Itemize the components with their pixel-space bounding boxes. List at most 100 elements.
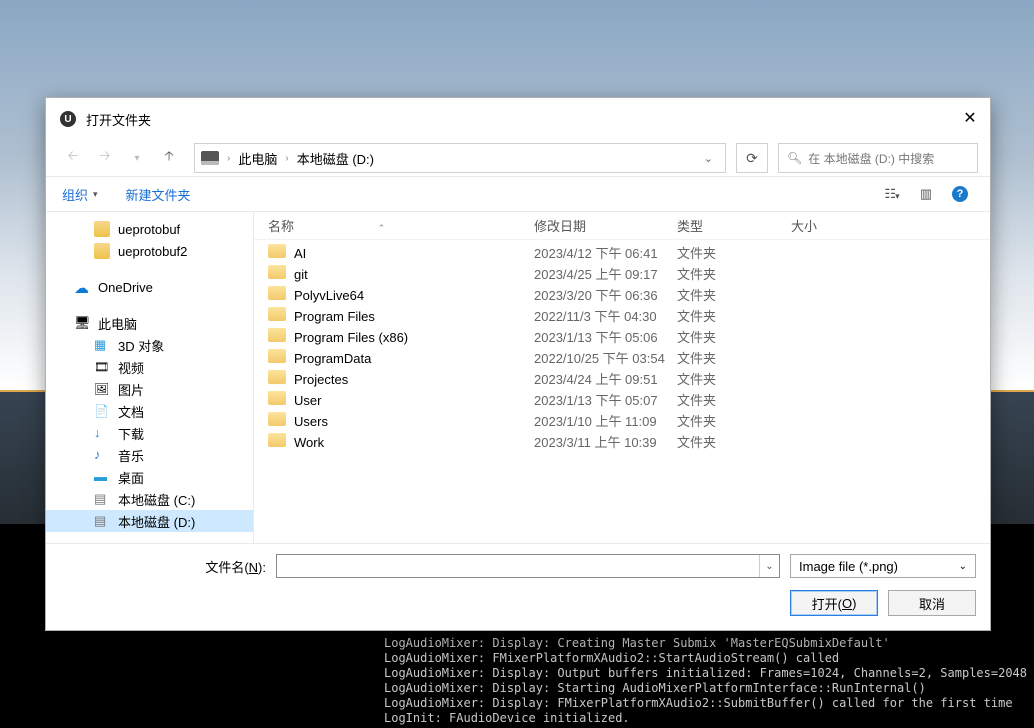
tree-drive-d[interactable]: 本地磁盘 (D:) <box>46 510 253 532</box>
tree-label: 3D 对象 <box>118 336 164 355</box>
tree-music[interactable]: 音乐 <box>46 444 253 466</box>
desktop-icon <box>94 469 110 485</box>
folder-icon <box>268 412 286 426</box>
tree-videos[interactable]: 视频 <box>46 356 253 378</box>
tree-pictures[interactable]: 图片 <box>46 378 253 400</box>
folder-icon <box>268 370 286 384</box>
forward-button: 🡢 <box>90 143 120 173</box>
tree-desktop[interactable]: 桌面 <box>46 466 253 488</box>
tree-label: 视频 <box>118 358 144 377</box>
search-box[interactable]: 🔍︎ 在 本地磁盘 (D:) 中搜索 <box>778 143 978 173</box>
address-bar[interactable]: › 此电脑 › 本地磁盘 (D:) ⌄ <box>194 143 726 173</box>
new-folder-button[interactable]: 新建文件夹 <box>126 185 191 204</box>
close-button[interactable]: ✕ <box>950 99 990 139</box>
console-output: LogAudioMixer: Display: Creating Master … <box>384 636 1034 726</box>
picture-icon <box>94 381 110 397</box>
download-icon <box>94 425 110 441</box>
toolbar: 组织 新建文件夹 ☷ ▥ ? <box>46 176 990 212</box>
tree-3d-objects[interactable]: 3D 对象 <box>46 334 253 356</box>
col-date[interactable]: 修改日期 <box>534 216 677 235</box>
dialog-footer: 文件名(N): ⌄ Image file (*.png) ⌄ 打开(O) 取消 <box>46 543 990 630</box>
tree-label: 图片 <box>118 380 144 399</box>
breadcrumb-pc[interactable]: 此电脑 <box>238 149 277 168</box>
open-button[interactable]: 打开(O) <box>790 590 878 616</box>
filename-dropdown-icon[interactable]: ⌄ <box>759 555 779 577</box>
tree-label: 下载 <box>118 424 144 443</box>
file-row[interactable]: PolyvLive642023/3/20 下午 06:36文件夹 <box>254 284 990 305</box>
document-icon <box>94 403 110 419</box>
view-mode-button[interactable]: ☷ <box>878 180 906 208</box>
filename-combo[interactable]: ⌄ <box>276 554 780 578</box>
chevron-down-icon: ⌄ <box>959 561 967 572</box>
folder-icon <box>268 433 286 447</box>
recent-dropdown[interactable]: ▾ <box>122 143 152 173</box>
folder-icon <box>268 307 286 321</box>
app-icon <box>60 111 76 127</box>
folder-icon <box>268 265 286 279</box>
dialog-body: ueprotobuf ueprotobuf2 OneDrive 此电脑 3D 对… <box>46 212 990 543</box>
breadcrumb-drive[interactable]: 本地磁盘 (D:) <box>297 149 374 168</box>
nav-tree[interactable]: ueprotobuf ueprotobuf2 OneDrive 此电脑 3D 对… <box>46 212 254 543</box>
file-row[interactable]: Program Files2022/11/3 下午 04:30文件夹 <box>254 305 990 326</box>
cancel-button[interactable]: 取消 <box>888 590 976 616</box>
file-list-panel: 名称 ⌃ 修改日期 类型 大小 AI2023/4/12 下午 06:41文件夹g… <box>254 212 990 543</box>
folder-icon <box>268 244 286 258</box>
search-icon: 🔍︎ <box>787 151 802 165</box>
drive-icon <box>94 491 110 507</box>
file-row[interactable]: Users2023/1/10 上午 11:09文件夹 <box>254 410 990 431</box>
tree-this-pc[interactable]: 此电脑 <box>46 312 253 334</box>
col-type[interactable]: 类型 <box>677 216 791 235</box>
col-name-label: 名称 <box>268 219 294 234</box>
file-filter-dropdown[interactable]: Image file (*.png) ⌄ <box>790 554 976 578</box>
tree-recent-folder[interactable]: ueprotobuf2 <box>46 240 253 262</box>
drive-icon <box>94 513 110 529</box>
onedrive-icon <box>74 279 90 295</box>
tree-onedrive[interactable]: OneDrive <box>46 276 253 298</box>
organize-button[interactable]: 组织 <box>62 185 98 204</box>
breadcrumb-sep-icon: › <box>227 153 230 164</box>
folder-icon <box>268 349 286 363</box>
file-row[interactable]: Program Files (x86)2023/1/13 下午 05:06文件夹 <box>254 326 990 347</box>
refresh-button[interactable]: ⟳ <box>736 143 768 173</box>
titlebar: 打开文件夹 ✕ <box>46 98 990 140</box>
tree-recent-folder[interactable]: ueprotobuf <box>46 218 253 240</box>
search-placeholder: 在 本地磁盘 (D:) 中搜索 <box>808 150 934 167</box>
folder-icon <box>268 328 286 342</box>
folder-icon <box>94 221 110 237</box>
file-row[interactable]: git2023/4/25 上午 09:17文件夹 <box>254 263 990 284</box>
file-row[interactable]: User2023/1/13 下午 05:07文件夹 <box>254 389 990 410</box>
back-button: 🡠 <box>58 143 88 173</box>
nav-row: 🡠 🡢 ▾ 🡡 › 此电脑 › 本地磁盘 (D:) ⌄ ⟳ 🔍︎ 在 本地磁盘 … <box>46 140 990 176</box>
file-row[interactable]: Work2023/3/11 上午 10:39文件夹 <box>254 431 990 452</box>
preview-pane-button[interactable]: ▥ <box>912 180 940 208</box>
file-row[interactable]: ProgramData2022/10/25 下午 03:54文件夹 <box>254 347 990 368</box>
filename-input[interactable] <box>277 555 759 577</box>
tree-drive-c[interactable]: 本地磁盘 (C:) <box>46 488 253 510</box>
folder-icon <box>268 286 286 300</box>
help-button[interactable]: ? <box>946 180 974 208</box>
breadcrumb-sep-icon: › <box>285 153 288 164</box>
music-icon <box>94 447 110 463</box>
column-headers[interactable]: 名称 ⌃ 修改日期 类型 大小 <box>254 212 990 240</box>
tree-label: ueprotobuf2 <box>118 244 187 259</box>
address-dropdown-icon[interactable]: ⌄ <box>698 152 719 165</box>
filename-label: 文件名(N): <box>60 557 266 576</box>
objects3d-icon <box>94 337 110 353</box>
drive-icon <box>201 151 219 165</box>
tree-label: ueprotobuf <box>118 222 180 237</box>
folder-icon <box>268 391 286 405</box>
sort-indicator-icon: ⌃ <box>378 223 386 234</box>
tree-downloads[interactable]: 下载 <box>46 422 253 444</box>
dialog-title: 打开文件夹 <box>86 110 151 129</box>
tree-label: 文档 <box>118 402 144 421</box>
file-rows[interactable]: AI2023/4/12 下午 06:41文件夹git2023/4/25 上午 0… <box>254 240 990 543</box>
pc-icon <box>74 315 90 331</box>
file-row[interactable]: Projectes2023/4/24 上午 09:51文件夹 <box>254 368 990 389</box>
file-row[interactable]: AI2023/4/12 下午 06:41文件夹 <box>254 242 990 263</box>
tree-documents[interactable]: 文档 <box>46 400 253 422</box>
col-size[interactable]: 大小 <box>791 216 990 235</box>
up-button[interactable]: 🡡 <box>154 143 184 173</box>
tree-label: 本地磁盘 (C:) <box>118 490 195 509</box>
col-name[interactable]: 名称 ⌃ <box>268 216 534 235</box>
video-icon <box>94 359 110 375</box>
